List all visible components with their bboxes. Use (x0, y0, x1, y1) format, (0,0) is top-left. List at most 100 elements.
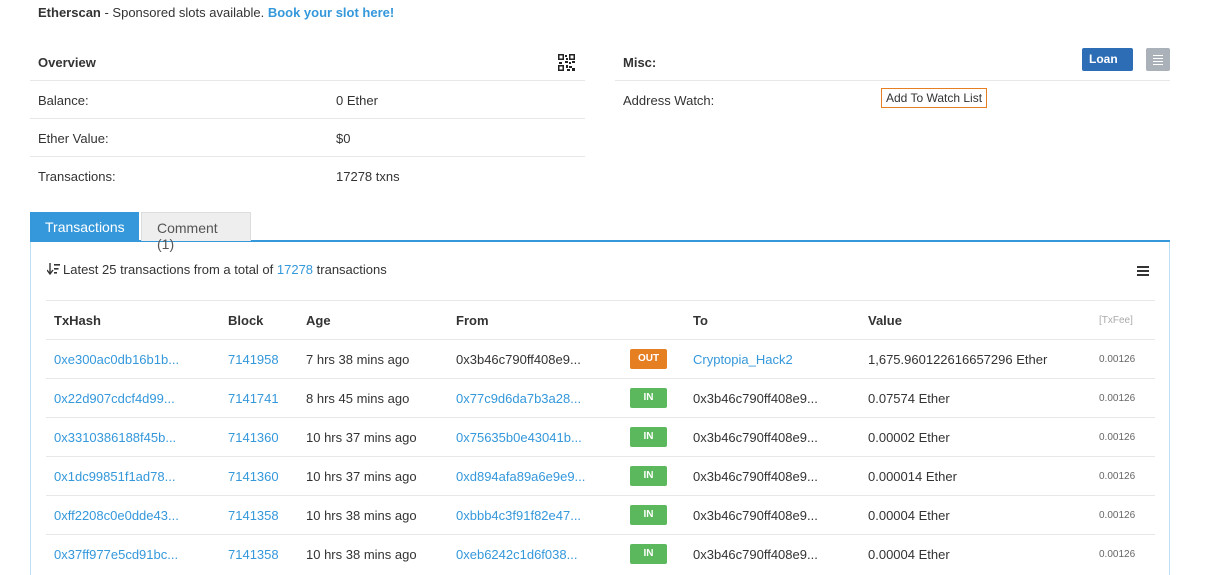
age-cell: 7 hrs 38 mins ago (306, 351, 410, 367)
txhash-link[interactable]: 0xff2208c0e0dde43... (54, 508, 179, 523)
loan-label: Loan (1089, 52, 1118, 66)
to-address-link[interactable]: Cryptopia_Hack2 (693, 352, 793, 367)
ether-value-row: Ether Value: $0 (30, 119, 585, 157)
balance-row: Balance: 0 Ether (30, 81, 585, 119)
col-direction (622, 300, 685, 340)
qr-code-icon[interactable] (558, 54, 575, 71)
sponsor-banner: Etherscan - Sponsored slots available. B… (38, 5, 394, 20)
col-from: From (448, 300, 622, 340)
txfee-cell: 0.00126 (1099, 509, 1136, 521)
list-icon (1153, 55, 1163, 56)
overview-panel: Overview Balance: 0 Ether Ether Value: $… (30, 43, 585, 195)
txfee-cell: 0.00126 (1099, 392, 1136, 404)
table-row: 0x3310386188f45b... 7141360 10 hrs 37 mins… (46, 417, 1155, 457)
balance-value: 0 Ether (336, 93, 378, 108)
misc-header: Misc: Loan (615, 43, 1170, 81)
to-address: 0x3b46c790ff408e9... (693, 507, 818, 523)
value-cell: 1,675.960122616657296 Ether (868, 351, 1048, 367)
value-cell: 0.07574 Ether (868, 390, 950, 406)
col-to: To (685, 300, 860, 340)
value-cell: 0.000014 Ether (868, 468, 957, 484)
block-link[interactable]: 7141360 (228, 430, 279, 445)
ether-value-value: $0 (336, 131, 351, 146)
direction-badge: IN (630, 544, 667, 565)
from-address-link[interactable]: 0xeb6242c1d6f038... (456, 547, 577, 562)
txfee-cell: 0.00126 (1099, 548, 1136, 560)
table-row: 0xe300ac0db16b1b... 7141958 7 hrs 38 mins … (46, 339, 1155, 379)
age-cell: 10 hrs 38 mins ago (306, 546, 417, 562)
value-cell: 0.00002 Ether (868, 429, 950, 445)
address-watch-label: Address Watch: (623, 93, 715, 108)
txfee-cell: 0.00126 (1099, 470, 1136, 482)
ether-value-label: Ether Value: (38, 131, 109, 146)
book-slot-link[interactable]: Book your slot here! (268, 5, 394, 20)
summary-prefix: Latest 25 transactions from a total of (63, 262, 277, 277)
to-address: 0x3b46c790ff408e9... (693, 546, 818, 562)
block-link[interactable]: 7141360 (228, 469, 279, 484)
sort-descending-icon (47, 263, 60, 275)
txhash-link[interactable]: 0x37ff977e5cd91bc... (54, 547, 178, 562)
misc-title: Misc: (623, 55, 657, 70)
table-row: 0x37ff977e5cd91bc... 7141358 10 hrs 38 min… (46, 534, 1155, 574)
txhash-link[interactable]: 0x22d907cdcf4d99... (54, 391, 175, 406)
direction-badge: IN (630, 427, 667, 447)
to-address: 0x3b46c790ff408e9... (693, 390, 818, 406)
txhash-link[interactable]: 0xe300ac0db16b1b... (54, 352, 179, 367)
age-cell: 10 hrs 38 mins ago (306, 507, 417, 523)
from-address: 0x3b46c790ff408e9... (456, 351, 581, 367)
misc-panel: Misc: Loan Address Watch: Add To Watch L… (615, 43, 1170, 119)
to-address: 0x3b46c790ff408e9... (693, 468, 818, 484)
tab-transactions[interactable]: Transactions (30, 212, 139, 241)
direction-badge: IN (630, 505, 667, 525)
address-watch-row: Address Watch: Add To Watch List (615, 81, 1170, 119)
table-header-row: TxHash Block Age From To Value [TxFee] (46, 300, 1155, 340)
col-txhash: TxHash (46, 300, 220, 340)
summary-suffix: transactions (313, 262, 387, 277)
value-cell: 0.00004 Ether (868, 507, 950, 523)
transactions-value: 17278 txns (336, 169, 400, 184)
col-txfee[interactable]: [TxFee] (1091, 300, 1155, 340)
add-to-watch-list-button[interactable]: Add To Watch List (881, 88, 988, 108)
block-link[interactable]: 7141358 (228, 508, 279, 523)
transactions-panel: Latest 25 transactions from a total of 1… (30, 242, 1170, 575)
tab-comment[interactable]: Comment (1) (141, 212, 251, 252)
transactions-row: Transactions: 17278 txns (30, 157, 585, 195)
overview-title: Overview (38, 55, 96, 70)
from-address-link[interactable]: 0x77c9d6da7b3a28... (456, 391, 581, 406)
overview-header: Overview (30, 43, 585, 81)
col-block: Block (220, 300, 298, 340)
direction-badge: IN (630, 466, 667, 486)
txhash-link[interactable]: 0x1dc99851f1ad78... (54, 469, 175, 484)
txhash-link[interactable]: 0x3310386188f45b... (54, 430, 176, 445)
to-address: 0x3b46c790ff408e9... (693, 429, 818, 445)
age-cell: 10 hrs 37 mins ago (306, 429, 417, 445)
block-link[interactable]: 7141358 (228, 547, 279, 562)
loan-button[interactable]: Loan (1082, 48, 1133, 76)
balance-label: Balance: (38, 93, 89, 108)
txfee-cell: 0.00126 (1099, 431, 1136, 443)
from-address-link[interactable]: 0x75635b0e43041b... (456, 430, 582, 445)
age-cell: 10 hrs 37 mins ago (306, 468, 417, 484)
total-transactions-link[interactable]: 17278 (277, 262, 313, 277)
direction-badge: IN (630, 388, 667, 408)
block-link[interactable]: 7141958 (228, 352, 279, 367)
transactions-summary: Latest 25 transactions from a total of 1… (47, 262, 387, 277)
sponsor-brand: Etherscan (38, 5, 101, 20)
value-cell: 0.00004 Ether (868, 546, 950, 562)
col-age: Age (298, 300, 448, 340)
table-row: 0x22d907cdcf4d99... 7141741 8 hrs 45 mins … (46, 378, 1155, 418)
hamburger-menu-icon[interactable] (1137, 266, 1149, 276)
list-view-button[interactable] (1146, 48, 1170, 71)
transactions-label: Transactions: (38, 169, 116, 184)
txfee-cell: 0.00126 (1099, 353, 1136, 365)
from-address-link[interactable]: 0xbbb4c3f91f82e47... (456, 508, 581, 523)
table-row: 0xff2208c0e0dde43... 7141358 10 hrs 38 min… (46, 495, 1155, 535)
block-link[interactable]: 7141741 (228, 391, 279, 406)
age-cell: 8 hrs 45 mins ago (306, 390, 410, 406)
direction-badge: OUT (630, 349, 667, 369)
col-value: Value (860, 300, 1091, 340)
from-address-link[interactable]: 0xd894afa89a6e9e9... (456, 469, 585, 484)
caret-down-icon (1092, 71, 1100, 76)
transactions-table: TxHash Block Age From To Value [TxFee] 0… (46, 300, 1155, 574)
sponsor-text: - Sponsored slots available. (100, 5, 268, 20)
